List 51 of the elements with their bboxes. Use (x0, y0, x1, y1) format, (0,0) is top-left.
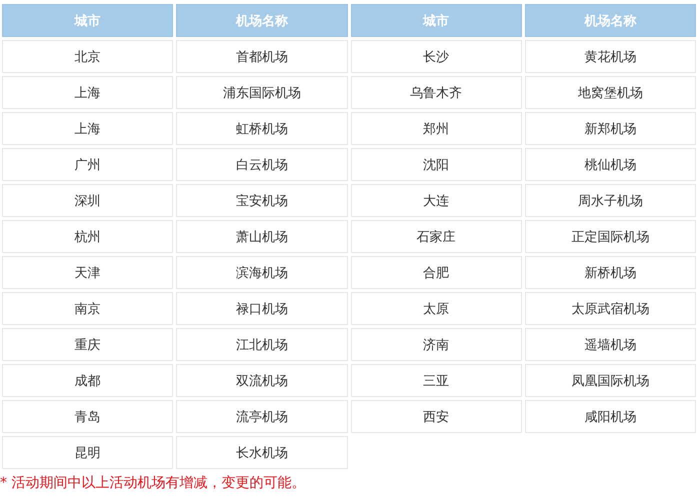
table-cell: 江北机场 (176, 328, 348, 361)
table-cell: 萧山机场 (176, 220, 348, 253)
table-cell: 大连 (350, 184, 522, 217)
table-cell: 太原 (350, 292, 522, 325)
table-cell: 三亚 (350, 364, 522, 397)
table-cell: 郑州 (350, 112, 522, 145)
table-cell: 合肥 (350, 256, 522, 289)
table-cell: 禄口机场 (176, 292, 348, 325)
table-cell: 遥墙机场 (524, 328, 696, 361)
table-cell: 西安 (350, 400, 522, 433)
table-cell: 北京 (2, 40, 174, 73)
table-cell: 新郑机场 (524, 112, 696, 145)
table-cell: 咸阳机场 (524, 400, 696, 433)
table-cell: 太原武宿机场 (524, 292, 696, 325)
table-cell: 天津 (2, 256, 174, 289)
table-cell: 地窝堡机场 (524, 76, 696, 109)
table-cell: 长水机场 (176, 436, 348, 469)
table-cell: 桃仙机场 (524, 148, 696, 181)
table-cell: 昆明 (2, 436, 174, 469)
table-cell: 杭州 (2, 220, 174, 253)
column-header: 城市 (350, 4, 522, 37)
table-cell: 首都机场 (176, 40, 348, 73)
table-cell: 宝安机场 (176, 184, 348, 217)
table-cell: 正定国际机场 (524, 220, 696, 253)
table-cell: 深圳 (2, 184, 174, 217)
table-cell: 上海 (2, 76, 174, 109)
table-cell: 石家庄 (350, 220, 522, 253)
column-header: 机场名称 (176, 4, 348, 37)
table-cell: 周水子机场 (524, 184, 696, 217)
table-cell: 黄花机场 (524, 40, 696, 73)
table-cell: 流亭机场 (176, 400, 348, 433)
table-cell: 浦东国际机场 (176, 76, 348, 109)
footnote: * 活动期间中以上活动机场有增减，变更的可能。 (0, 474, 306, 492)
table-cell: 济南 (350, 328, 522, 361)
table-cell: 凤凰国际机场 (524, 364, 696, 397)
table-cell: 重庆 (2, 328, 174, 361)
table-cell: 成都 (2, 364, 174, 397)
table-cell: 广州 (2, 148, 174, 181)
table-cell: 沈阳 (350, 148, 522, 181)
table-cell: 青岛 (2, 400, 174, 433)
table-cell: 南京 (2, 292, 174, 325)
table-cell: 乌鲁木齐 (350, 76, 522, 109)
table-cell: 新桥机场 (524, 256, 696, 289)
table-cell: 滨海机场 (176, 256, 348, 289)
column-header: 城市 (2, 4, 174, 37)
table-cell: 双流机场 (176, 364, 348, 397)
column-header: 机场名称 (524, 4, 696, 37)
table-cell: 白云机场 (176, 148, 348, 181)
table-cell: 长沙 (350, 40, 522, 73)
table-cell: 上海 (2, 112, 174, 145)
table-cell: 虹桥机场 (176, 112, 348, 145)
